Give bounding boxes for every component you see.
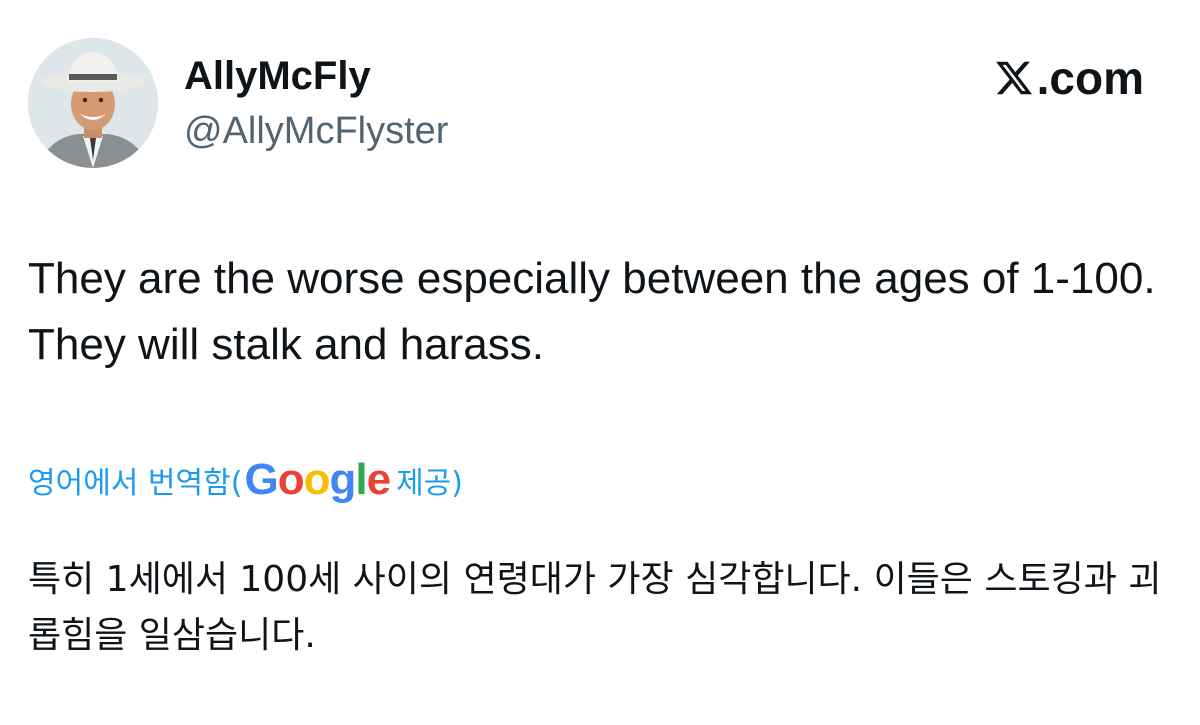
google-letter: o xyxy=(277,455,305,504)
translation-attribution[interactable]: 영어에서 번역함( G o o g l e 제공) xyxy=(28,452,463,508)
avatar[interactable] xyxy=(28,38,158,168)
translation-prefix: 영어에서 번역함( xyxy=(28,466,243,501)
brand-logo: .com xyxy=(993,54,1144,102)
google-letter: o xyxy=(303,455,331,504)
tweet-text: They are the worse especially between th… xyxy=(28,254,1156,369)
brand-domain-text: .com xyxy=(1036,52,1144,104)
display-name[interactable]: AllyMcFly xyxy=(184,52,371,100)
user-handle[interactable]: @AllyMcFlyster xyxy=(184,108,448,154)
tweet-card: AllyMcFly @AllyMcFlyster .com They are t… xyxy=(0,0,1200,725)
cowboy-hat-man-avatar-image xyxy=(28,38,158,168)
google-letter: G xyxy=(244,455,278,504)
google-letter: e xyxy=(366,455,392,504)
x-logo-icon xyxy=(995,61,1032,95)
google-letter: l xyxy=(355,455,367,504)
translated-text: 특히 1세에서 100세 사이의 연령대가 가장 심각합니다. 이들은 스토킹과… xyxy=(28,559,1162,656)
translation-suffix: 제공) xyxy=(396,466,463,501)
google-letter: g xyxy=(329,455,356,504)
google-logo: G o o g l e xyxy=(244,455,392,505)
